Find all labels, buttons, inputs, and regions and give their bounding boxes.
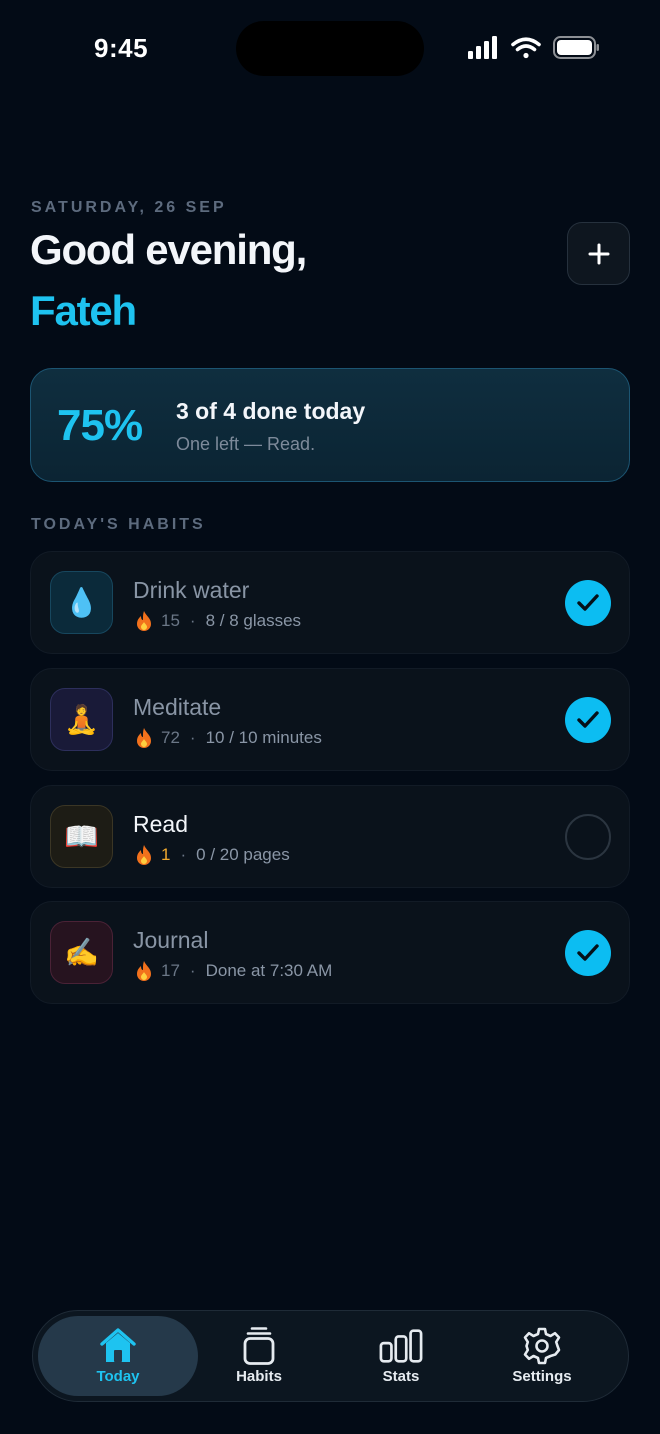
home-icon <box>96 1326 140 1366</box>
habit-check-button[interactable] <box>565 580 611 626</box>
flame-icon <box>137 728 151 748</box>
habit-check-button[interactable] <box>565 930 611 976</box>
date-label: SATURDAY, 26 SEP <box>31 199 227 216</box>
water-drop-icon: 💧 <box>50 571 113 634</box>
meta-separator: · <box>189 961 196 980</box>
writing-hand-icon: ✍️ <box>50 921 113 984</box>
habit-detail: 10 / 10 minutes <box>205 728 322 747</box>
progress-percent: 75% <box>57 401 143 450</box>
tab-settings[interactable]: Settings <box>462 1316 622 1396</box>
meta-separator: · <box>189 611 196 630</box>
habit-detail: 0 / 20 pages <box>196 845 290 864</box>
bottom-tab-bar: Today Habits Stats Settings <box>32 1310 629 1402</box>
habit-meta: 72 · 10 / 10 minutes <box>135 726 322 750</box>
habit-name: Drink water <box>133 577 250 603</box>
habit-row-meditate[interactable]: 🧘 Meditate 72 · 10 / 10 minutes <box>30 668 630 771</box>
checkmark-icon <box>577 711 599 728</box>
add-habit-button[interactable] <box>567 222 630 285</box>
gear-icon <box>520 1326 564 1366</box>
flame-icon <box>137 611 151 631</box>
status-icons <box>468 36 599 59</box>
checkmark-icon <box>577 594 599 611</box>
tab-habits[interactable]: Habits <box>179 1316 339 1396</box>
section-title: TODAY'S HABITS <box>31 516 206 533</box>
tab-today[interactable]: Today <box>38 1316 198 1396</box>
tab-label: Habits <box>236 1368 282 1385</box>
habit-meta: 17 · Done at 7:30 AM <box>135 959 332 983</box>
streak-count: 17 <box>161 961 180 980</box>
streak-count: 1 <box>161 845 171 864</box>
habit-row-drink-water[interactable]: 💧 Drink water 15 · 8 / 8 glasses <box>30 551 630 654</box>
bar-chart-icon <box>379 1326 423 1366</box>
cellular-signal-icon <box>468 36 497 59</box>
meta-separator: · <box>189 728 196 747</box>
habit-check-button[interactable] <box>565 697 611 743</box>
today-screen: 9:45 SATURDAY, 26 SEP Good evening, Fate… <box>0 0 660 1434</box>
wifi-icon <box>511 37 541 59</box>
habit-meta: 15 · 8 / 8 glasses <box>135 609 301 633</box>
tab-label: Today <box>96 1368 140 1385</box>
habit-row-read[interactable]: 📖 Read 1 · 0 / 20 pages <box>30 785 630 888</box>
daily-progress-card: 75% 3 of 4 done today One left — Read. <box>30 368 630 482</box>
habit-detail: 8 / 8 glasses <box>205 611 302 630</box>
streak-count: 72 <box>161 728 180 747</box>
habit-name: Journal <box>133 927 209 953</box>
battery-icon <box>553 36 599 59</box>
flame-icon <box>137 961 151 981</box>
habit-meta: 1 · 0 / 20 pages <box>135 843 290 867</box>
flame-icon <box>137 845 151 865</box>
status-time: 9:45 <box>94 33 149 63</box>
meta-separator: · <box>180 845 187 864</box>
habit-name: Read <box>133 811 188 837</box>
progress-subtitle: One left — Read. <box>176 434 316 454</box>
progress-title: 3 of 4 done today <box>176 398 366 424</box>
dynamic-island <box>236 21 424 76</box>
greeting-text: Good evening, <box>30 226 307 273</box>
checkmark-icon <box>577 944 599 961</box>
habit-name: Meditate <box>133 694 222 720</box>
habits-stack-icon <box>237 1326 281 1366</box>
streak-count: 15 <box>161 611 180 630</box>
tab-label: Settings <box>512 1368 572 1385</box>
plus-icon <box>588 243 609 264</box>
habit-row-journal[interactable]: ✍️ Journal 17 · Done at 7:30 AM <box>30 901 630 1004</box>
habit-check-button[interactable] <box>565 814 611 860</box>
habit-detail: Done at 7:30 AM <box>205 961 333 980</box>
book-icon: 📖 <box>50 805 113 868</box>
user-name: Fateh <box>30 287 137 334</box>
meditation-icon: 🧘 <box>50 688 113 751</box>
tab-label: Stats <box>382 1368 420 1385</box>
tab-stats[interactable]: Stats <box>321 1316 481 1396</box>
